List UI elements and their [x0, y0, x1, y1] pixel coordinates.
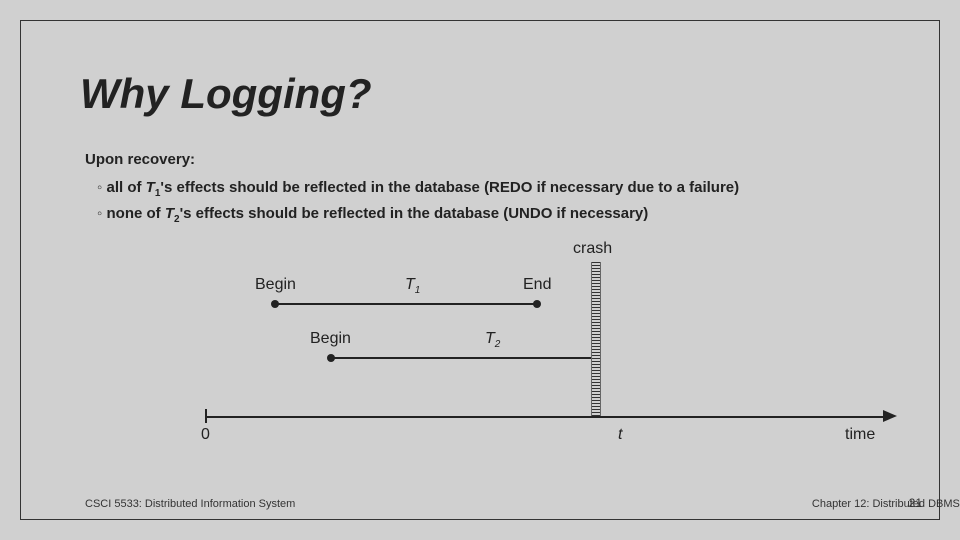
- timeline-diagram: crash Begin T1 End Begin T2 0 t time: [85, 240, 885, 470]
- t2-begin-label: Begin: [310, 330, 351, 348]
- axis-time-label: time: [845, 426, 875, 444]
- t1-begin-label: Begin: [255, 276, 296, 294]
- crash-line: [591, 262, 601, 416]
- body-text: Upon recovery: all of T1's effects shoul…: [85, 148, 920, 228]
- t2-line: [331, 357, 591, 359]
- time-axis-arrowhead-icon: [883, 410, 897, 422]
- bullet-1-var: T: [146, 179, 155, 196]
- t2-var: T: [485, 330, 495, 347]
- t1-name: T1: [405, 276, 420, 296]
- t2-sub: 2: [495, 339, 501, 350]
- bullet-2-post: 's effects should be reflected in the da…: [180, 205, 649, 222]
- page-number: 21: [909, 496, 922, 510]
- bullet-2-pre: none of: [107, 205, 165, 222]
- t1-var: T: [405, 276, 415, 293]
- footer: CSCI 5533: Distributed Information Syste…: [85, 498, 920, 510]
- bullet-1: all of T1's effects should be reflected …: [99, 176, 920, 202]
- t1-line: [275, 303, 535, 305]
- t2-name: T2: [485, 330, 500, 350]
- footer-left: CSCI 5533: Distributed Information Syste…: [85, 498, 295, 510]
- t1-sub: 1: [415, 285, 421, 296]
- recovery-intro: Upon recovery:: [85, 148, 920, 172]
- crash-label: crash: [573, 240, 612, 258]
- t1-end-dot: [533, 300, 541, 308]
- bullet-1-post: 's effects should be reflected in the da…: [160, 179, 739, 196]
- slide: Why Logging? Upon recovery: all of T1's …: [0, 0, 960, 540]
- t1-end-label: End: [523, 276, 551, 294]
- bullet-2: none of T2's effects should be reflected…: [99, 202, 920, 228]
- slide-title: Why Logging?: [80, 70, 372, 118]
- footer-right: Chapter 12: Distributed DBMS Reliability: [812, 498, 960, 510]
- bullet-1-pre: all of: [107, 179, 146, 196]
- axis-zero-label: 0: [201, 426, 210, 444]
- axis-t-label: t: [618, 426, 622, 444]
- bullet-2-var: T: [165, 205, 174, 222]
- time-axis: [205, 416, 885, 418]
